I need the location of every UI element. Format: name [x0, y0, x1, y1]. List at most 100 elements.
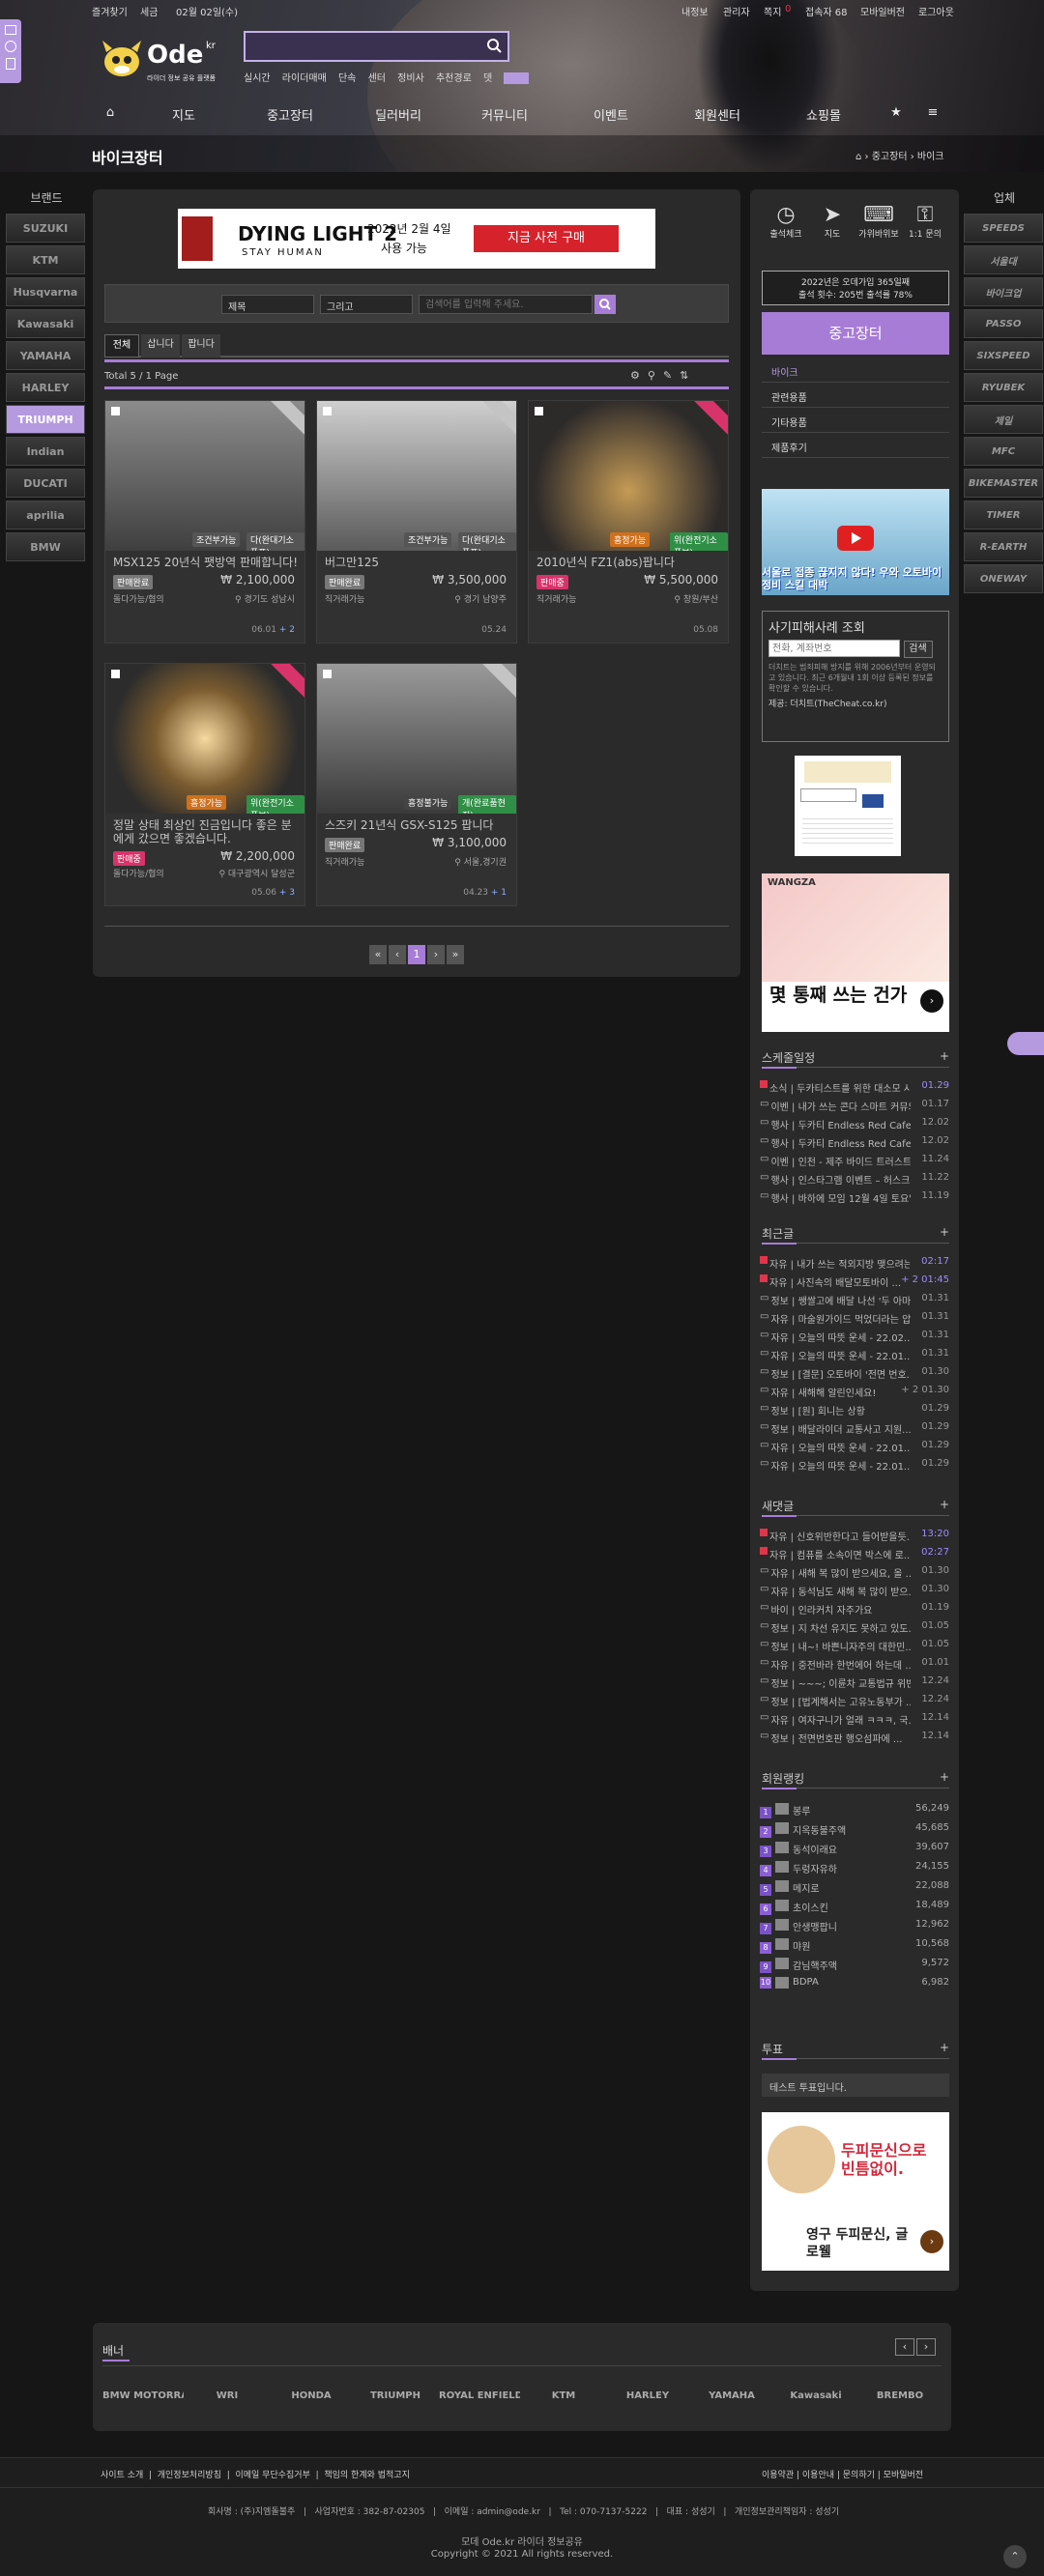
banner-logo[interactable]: BMW MOTORRAD — [102, 2390, 184, 2401]
vendor-logo[interactable]: RYUBEK — [964, 373, 1043, 402]
list-item[interactable]: ▭ 정보 | [원] 회니는 상황 01.29 — [760, 1403, 949, 1417]
field-select[interactable]: 제목 — [221, 295, 314, 314]
vendor-logo[interactable]: R-EARTH — [964, 532, 1043, 561]
page-1-button[interactable]: 1 — [408, 945, 425, 964]
listing-card[interactable]: 흥정가능 위(완전기소품보) 2010년식 FZ1(abs)팝니다판매중 ₩ 5,50… — [528, 400, 729, 644]
youtube-thumbnail[interactable]: 서울로 접종 끊지지 않다! 우와 오토바이 정비 스킬 대박 — [762, 489, 949, 595]
tab-buy[interactable]: 삽니다 — [141, 334, 180, 358]
list-item[interactable]: ▭ 자유 | 여자구니가 얼래 ㅋㅋㅋ, 국... 12.14 — [760, 1712, 949, 1727]
banner-logo[interactable]: TRIUMPH — [355, 2390, 436, 2401]
keyword-input[interactable] — [419, 295, 593, 314]
banner-logo[interactable]: ROYAL ENFIELD — [439, 2390, 520, 2401]
nav-item[interactable]: 회원센터 — [694, 105, 740, 124]
visitors-link[interactable]: 접속자 68 — [805, 4, 848, 18]
brand-logo[interactable]: KTM — [6, 245, 85, 274]
menu-title[interactable]: 중고장터 — [762, 312, 949, 355]
banner-logo[interactable]: KTM — [523, 2390, 604, 2401]
list-item[interactable]: ▭이벤 | 내가 쓰는 콘다 스마트 커뮤의 ...01.17 — [760, 1099, 949, 1113]
listing-title[interactable]: 2010년식 FZ1(abs)팝니다 — [536, 556, 725, 569]
operator-select[interactable]: 그리고 — [320, 295, 413, 314]
notification-bell-icon[interactable] — [1007, 1032, 1044, 1055]
list-item[interactable]: ▭ 자유 | 중전바라 한번에어 하는데 ... 01.01 — [760, 1657, 949, 1672]
list-item[interactable]: ▭ 정보 | 지 차선 유지도 못하고 있도... 01.05 — [760, 1620, 949, 1635]
listing-card[interactable]: 조건부가능 다(완대기소품포) MSX125 20년식 팻방역 판매합니다! 판매완료… — [104, 400, 305, 644]
tab-all[interactable]: 전체 — [104, 334, 139, 358]
bookmark-link[interactable]: 즐겨찾기 — [92, 4, 128, 18]
quick-link[interactable]: 실시간 — [244, 73, 271, 84]
search-box[interactable] — [244, 31, 509, 62]
vendor-logo[interactable]: PASSO — [964, 309, 1043, 338]
select-checkbox[interactable] — [323, 670, 332, 678]
chevron-right-icon[interactable]: › — [920, 989, 943, 1013]
ranking-row[interactable]: 6 초이스킨 18,489 — [760, 1900, 949, 1915]
brand-logo[interactable]: aprilia — [6, 501, 85, 530]
listing-photo[interactable]: 조건부가능 다(완대기소품포) — [317, 401, 516, 551]
nav-item[interactable]: 지도 — [172, 105, 195, 124]
ranking-row[interactable]: 7 안생맹팝니 12,962 — [760, 1919, 949, 1934]
last-page-button[interactable]: » — [447, 945, 464, 964]
edit-icon[interactable]: ✎ — [663, 369, 680, 382]
next-page-button[interactable]: › — [427, 945, 445, 964]
ranking-row[interactable]: 4 두렁자유하 24,155 — [760, 1861, 949, 1876]
ranking-row[interactable]: 5 메지로 22,088 — [760, 1880, 949, 1896]
vendor-logo[interactable]: BIKEMASTER — [964, 469, 1043, 498]
fraud-search-button[interactable]: 검색 — [903, 640, 933, 658]
plus-icon[interactable]: + — [940, 1225, 949, 1239]
listing-title[interactable]: MSX125 20년식 팻방역 판매합니다! — [113, 556, 302, 569]
brand-logo[interactable]: Husqvarna — [6, 277, 85, 306]
banner-logo[interactable]: HARLEY — [607, 2390, 688, 2401]
rps-button[interactable]: ⌨ 가위바위보 — [856, 203, 901, 240]
quick-link[interactable]: 단속 — [338, 73, 356, 84]
ranking-row[interactable]: 3 동석이래요 39,607 — [760, 1842, 949, 1857]
list-item[interactable]: ▭ 자유 | 오늘의 따뜻 운세 - 22.02... 01.31 — [760, 1330, 949, 1344]
ranking-row[interactable]: 8 먀원 10,568 — [760, 1938, 949, 1954]
my-info-link[interactable]: 내정보 — [682, 4, 709, 18]
banner-next-button[interactable]: › — [916, 2338, 936, 2356]
brand-logo[interactable]: YAMAHA — [6, 341, 85, 370]
first-page-button[interactable]: « — [369, 945, 387, 964]
vendor-logo[interactable]: SPEEDS — [964, 214, 1043, 243]
star-icon[interactable]: ★ — [890, 105, 902, 120]
list-item[interactable]: ▭ 정보 | ~~~; 이륜차 교통법규 위반... 12.24 — [760, 1675, 949, 1690]
plus-icon[interactable]: + — [940, 2041, 949, 2054]
list-item[interactable]: ▭ 자유 | 오늘의 따뜻 운세 - 22.01... 01.29 — [760, 1458, 949, 1473]
quick-link[interactable]: 라이더매매 — [282, 73, 327, 84]
list-item[interactable]: ▭ 바이 | 인라커치 자주가요 01.19 — [760, 1602, 949, 1617]
scalp-ad[interactable]: 두피문신으로 빈틈없이. 영구 두피문신, 글로웰 › — [762, 2112, 949, 2271]
game-ad-banner[interactable]: DYING LIGHT 2 STAY HUMAN 2022년 2월 4일 사용 … — [178, 209, 655, 269]
fraud-input[interactable] — [768, 640, 900, 657]
quick-arrows-button[interactable] — [504, 72, 530, 84]
quick-link[interactable]: 뎃 — [483, 73, 492, 84]
cheat-widget[interactable] — [795, 756, 901, 856]
search-icon[interactable] — [486, 38, 502, 53]
list-item[interactable]: ▭행사 | 인스타그램 이벤트 – 허스크바나11.22 — [760, 1172, 949, 1187]
brand-logo[interactable]: Indian — [6, 437, 85, 466]
list-item[interactable]: ▭ 정보 | [결문] 오토바이 '전면 번호... 01.30 — [760, 1366, 949, 1381]
vote-item[interactable]: 테스트 투표입니다. — [762, 2074, 949, 2097]
chevron-right-icon[interactable]: › — [920, 2230, 943, 2253]
listing-photo[interactable]: 흥정가능 위(완전기소품보) — [529, 401, 728, 551]
list-item[interactable]: ▭ 자유 | 동석님도 새해 복 많이 받으... 01.30 — [760, 1584, 949, 1598]
map-button[interactable]: ➤ 지도 — [810, 203, 855, 240]
ranking-row[interactable]: 10 BDPA 6,982 — [760, 1977, 949, 1989]
toggle-icon[interactable] — [5, 41, 16, 52]
select-checkbox[interactable] — [323, 407, 332, 415]
ranking-row[interactable]: 2 지옥동불주액 45,685 — [760, 1822, 949, 1838]
tab-sell[interactable]: 팝니다 — [182, 334, 220, 358]
tax-link[interactable]: 세금 — [140, 4, 158, 18]
home-icon[interactable]: ⌂ — [106, 105, 114, 120]
nav-item[interactable]: 중고장터 — [267, 105, 313, 124]
site-logo[interactable]: Ode kr 라이더 정보 공유 플랫폼 — [97, 35, 222, 85]
home-icon[interactable]: ⌂ — [856, 152, 865, 162]
ranking-row[interactable]: 9 감님핵주액 9,572 — [760, 1958, 949, 1973]
sub-menu-item[interactable]: 기타용품 — [762, 408, 949, 433]
sub-menu-item[interactable]: 제품후기 — [762, 433, 949, 458]
listing-photo[interactable]: 흥정불가능 개(완료품현지) — [317, 664, 516, 814]
list-item[interactable]: ▭ 자유 | 오늘의 따뜻 운세 - 22.01... 01.29 — [760, 1440, 949, 1454]
vendor-logo[interactable]: 제일 — [964, 405, 1043, 434]
list-item[interactable]: ▭ 자유 | 새해 복 많이 받으세요, 올 ... 01.30 — [760, 1565, 949, 1580]
admin-link[interactable]: 관리자 — [723, 4, 750, 18]
ad-cta-button[interactable]: 지금 사전 구매 — [474, 225, 619, 252]
sub-menu-item[interactable]: 관련용품 — [762, 383, 949, 408]
list-item[interactable]: 자유 | 사진속의 배달모토바이 ... + 2 01:45 — [760, 1274, 949, 1289]
